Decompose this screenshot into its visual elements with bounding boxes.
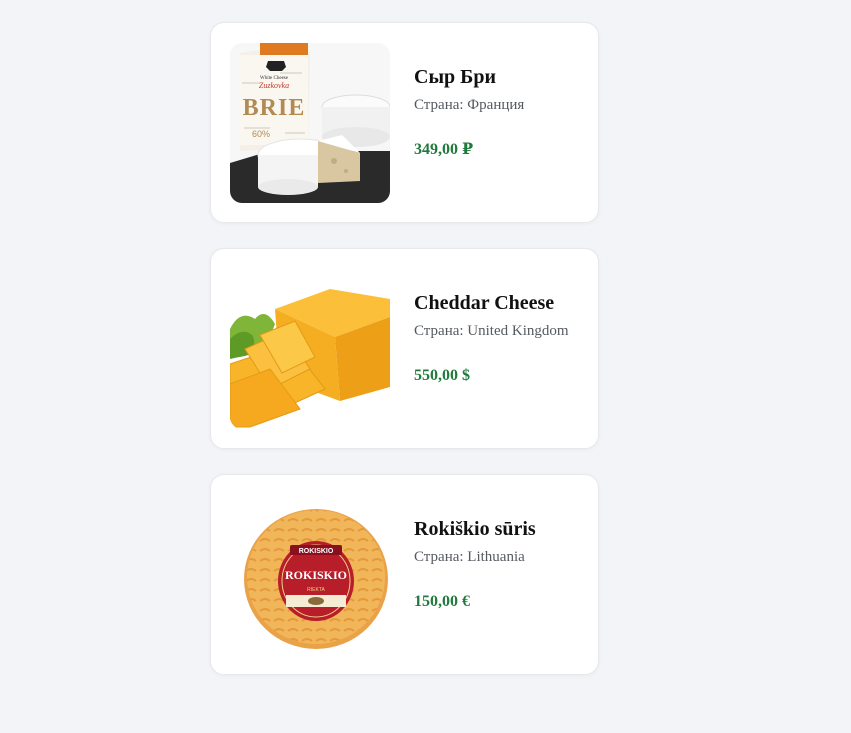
product-country: Страна: Lithuania bbox=[414, 549, 525, 565]
product-card-rokiskio[interactable]: ROKISKIO ROKISKIO RIEKTA Rokiškio sūris … bbox=[210, 474, 599, 675]
cheddar-cheese-image bbox=[230, 269, 390, 429]
brie-cheese-image: White Cheese Zuzkovka BRIE 60% bbox=[230, 43, 390, 203]
product-info: Rokiškio sūris Страна: Lithuania 150,00 … bbox=[414, 517, 588, 612]
product-info: Cheddar Cheese Страна: United Kingdom 55… bbox=[414, 291, 588, 386]
package-brand: Zuzkovka bbox=[259, 81, 289, 90]
product-name[interactable]: Сыр Бри bbox=[414, 65, 588, 89]
product-name[interactable]: Rokiškio sūris bbox=[414, 517, 588, 541]
product-info: Сыр Бри Страна: Франция 349,00 ₽ bbox=[414, 65, 588, 160]
label-top: ROKISKIO bbox=[299, 548, 334, 555]
product-card-cheddar[interactable]: Cheddar Cheese Страна: United Kingdom 55… bbox=[210, 248, 599, 449]
rokiskio-cheese-image: ROKISKIO ROKISKIO RIEKTA bbox=[230, 495, 390, 655]
product-list: White Cheese Zuzkovka BRIE 60% Сыр Бри С… bbox=[210, 22, 599, 700]
product-name[interactable]: Cheddar Cheese bbox=[414, 291, 588, 315]
product-price: 349,00 ₽ bbox=[414, 141, 474, 158]
product-price: 150,00 € bbox=[414, 593, 470, 610]
product-card-brie[interactable]: White Cheese Zuzkovka BRIE 60% Сыр Бри С… bbox=[210, 22, 599, 223]
product-country: Страна: Франция bbox=[414, 97, 525, 113]
label-sub: RIEKTA bbox=[307, 587, 325, 593]
label-main: ROKISKIO bbox=[285, 568, 347, 582]
package-name: BRIE bbox=[243, 95, 306, 121]
package-fat: 60% bbox=[252, 129, 270, 139]
product-price: 550,00 $ bbox=[414, 367, 470, 384]
product-country: Страна: United Kingdom bbox=[414, 323, 569, 339]
